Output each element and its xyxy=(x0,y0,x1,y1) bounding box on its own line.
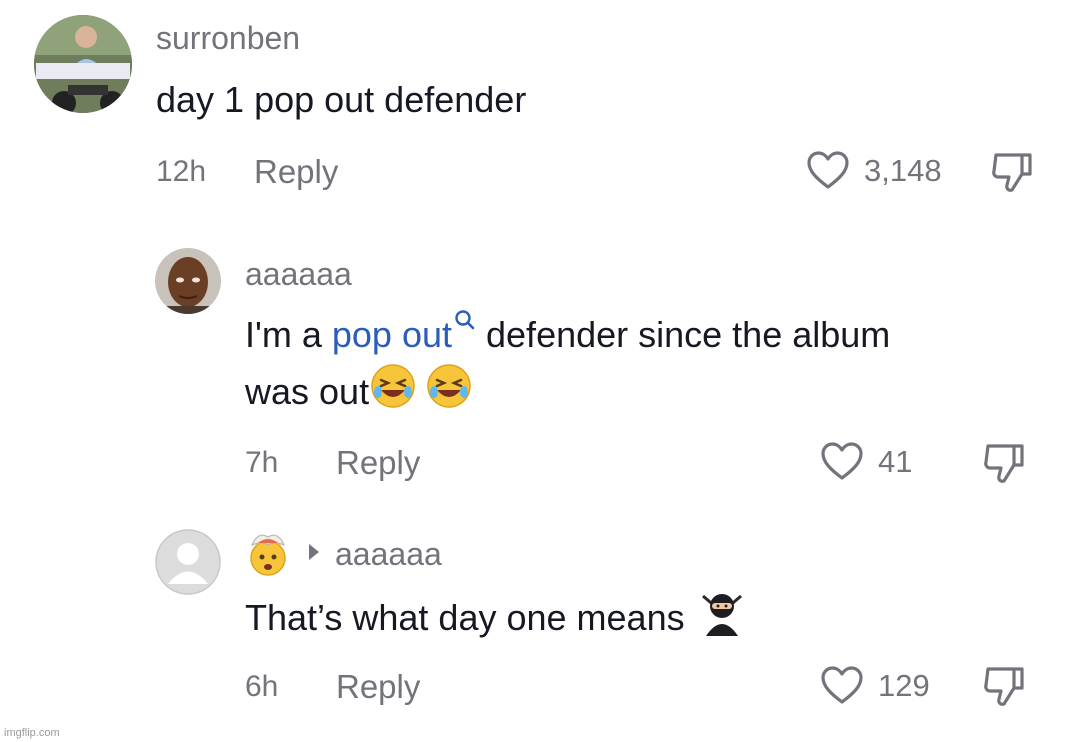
like-button[interactable] xyxy=(820,441,864,481)
comment-text-line2: was out xyxy=(245,362,473,420)
avatar-default[interactable] xyxy=(155,529,221,595)
dislike-button[interactable] xyxy=(990,150,1036,194)
heart-icon xyxy=(821,666,863,704)
heart-icon xyxy=(821,442,863,480)
like-button[interactable] xyxy=(820,665,864,705)
reply-to-username[interactable]: aaaaaa xyxy=(335,536,442,573)
like-count: 41 xyxy=(878,444,913,479)
comment-text-segment: That’s what day one means xyxy=(245,597,685,638)
comment-text: That’s what day one means xyxy=(245,586,747,646)
heart-icon xyxy=(807,151,849,189)
like-button[interactable] xyxy=(806,150,850,190)
avatar-photo xyxy=(34,15,132,113)
like-count: 129 xyxy=(878,668,930,703)
search-link-text: pop out xyxy=(331,314,453,355)
dislike-button[interactable] xyxy=(982,441,1028,485)
watermark: imgflip.com xyxy=(4,727,60,739)
comment-text-segment: was out xyxy=(245,371,370,412)
reply-button[interactable]: Reply xyxy=(336,444,420,482)
laughing-emoji xyxy=(371,364,415,408)
play-arrow-icon xyxy=(309,544,319,560)
comment-username[interactable]: surronben xyxy=(156,20,300,57)
dislike-button[interactable] xyxy=(982,664,1028,708)
dislike-icon xyxy=(984,444,1024,483)
comment-time: 12h xyxy=(156,155,207,188)
search-link[interactable]: pop out xyxy=(331,310,476,355)
avatar-aaaaaa[interactable] xyxy=(155,248,221,314)
comment-text-segment: I'm a xyxy=(245,314,332,355)
dislike-icon xyxy=(992,153,1032,192)
comment-text-line1: I'm a pop out defender since the album xyxy=(245,307,890,363)
laughing-emoji xyxy=(427,364,471,408)
avatar-surronben[interactable] xyxy=(34,15,132,113)
comment-text: day 1 pop out defender xyxy=(156,79,527,120)
reply-button[interactable]: Reply xyxy=(336,668,420,706)
search-icon xyxy=(455,310,475,330)
ninja-emoji xyxy=(701,594,742,636)
default-avatar-icon xyxy=(155,529,221,595)
comment-username[interactable]: aaaaaa xyxy=(245,256,352,293)
exploding-head-emoji xyxy=(244,529,292,582)
reply-button[interactable]: Reply xyxy=(254,153,338,191)
avatar-photo xyxy=(155,248,221,314)
comment-text-segment: defender since the album xyxy=(476,314,891,355)
like-count: 3,148 xyxy=(864,153,942,188)
reply-to-arrow xyxy=(307,542,321,567)
dislike-icon xyxy=(984,667,1024,706)
comment-time: 7h xyxy=(245,446,279,479)
comment-time: 6h xyxy=(245,670,279,703)
